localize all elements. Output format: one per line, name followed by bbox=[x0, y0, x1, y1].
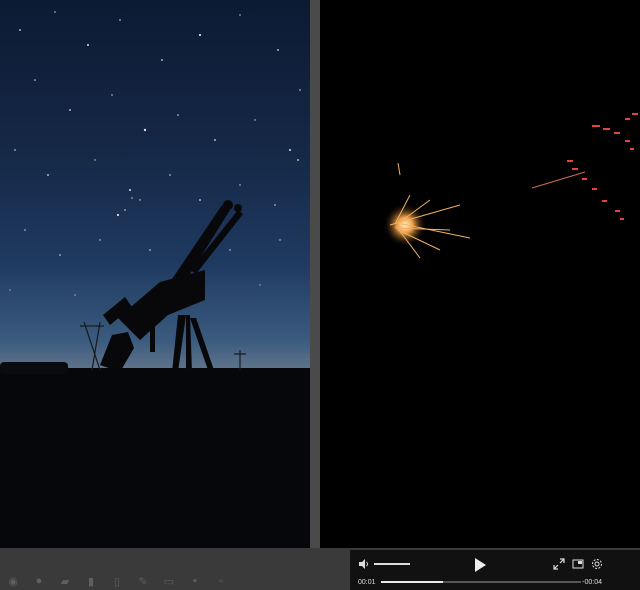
play-icon bbox=[475, 558, 486, 572]
document-icon[interactable]: ▯ bbox=[104, 572, 130, 590]
telescope-silhouette bbox=[100, 200, 243, 372]
edit-icon[interactable]: ✎ bbox=[130, 572, 156, 590]
seek-progress bbox=[381, 581, 443, 583]
seek-bar[interactable] bbox=[381, 581, 581, 583]
desktop: ◉ ● ▰ ▮ ▯ ✎ ▭ ▪ ▫ 00:01 -00:04 bbox=[0, 0, 640, 590]
browser-icon[interactable]: ● bbox=[26, 572, 52, 590]
video-image bbox=[383, 113, 638, 259]
trash-icon[interactable]: ▫ bbox=[208, 572, 234, 590]
spark-trail bbox=[531, 171, 586, 189]
speaker-icon[interactable] bbox=[358, 558, 370, 570]
video-frame[interactable] bbox=[320, 0, 640, 550]
remaining-time: -00:04 bbox=[582, 579, 602, 586]
stars bbox=[9, 11, 301, 296]
photo-image bbox=[0, 11, 310, 548]
play-button[interactable] bbox=[473, 557, 487, 573]
start-icon[interactable]: ◉ bbox=[0, 572, 26, 590]
red-sparks bbox=[567, 113, 638, 220]
video-controls: 00:01 -00:04 bbox=[350, 550, 640, 590]
night-sky-photo bbox=[0, 0, 310, 548]
folder-icon[interactable]: ▰ bbox=[52, 572, 78, 590]
fullscreen-icon[interactable] bbox=[553, 558, 565, 570]
panel-divider bbox=[310, 0, 320, 548]
chat-icon[interactable]: ▪ bbox=[182, 572, 208, 590]
files-icon[interactable]: ▮ bbox=[78, 572, 104, 590]
mail-icon[interactable]: ▭ bbox=[156, 572, 182, 590]
volume-slider[interactable] bbox=[374, 563, 410, 565]
current-time: 00:01 bbox=[358, 579, 376, 586]
building-silhouette bbox=[0, 362, 68, 374]
gear-icon[interactable] bbox=[591, 558, 603, 570]
picture-in-picture-icon[interactable] bbox=[572, 558, 584, 570]
ground bbox=[0, 368, 310, 548]
taskbar: ◉ ● ▰ ▮ ▯ ✎ ▭ ▪ ▫ bbox=[0, 572, 350, 590]
